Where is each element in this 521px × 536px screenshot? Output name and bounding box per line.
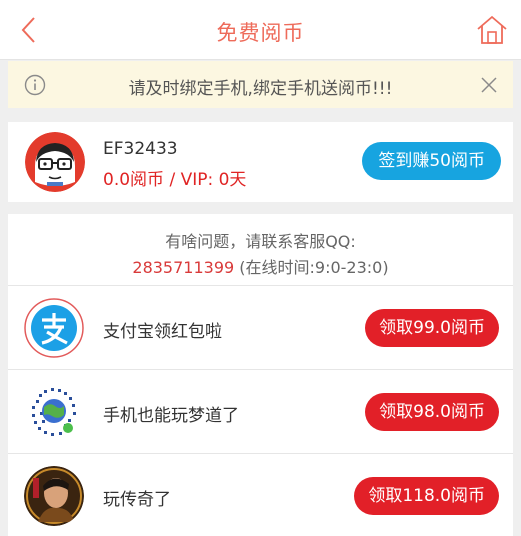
top-header: 免费阅币 xyxy=(0,0,521,60)
app-frame: 免费阅币 请及时绑定手机,绑定手机送阅币!!! EF32433 0.0阅币 / … xyxy=(0,0,521,536)
offer-title: 支付宝领红包啦 xyxy=(103,322,222,342)
home-icon xyxy=(477,15,507,44)
list-item[interactable]: 支付宝领红包啦 领取99.0阅币 xyxy=(8,286,513,370)
support-info: 有啥问题，请联系客服QQ: 2835711399 (在线时间:9:0-23:0) xyxy=(8,214,513,286)
notice-text: 请及时绑定手机,绑定手机送阅币!!! xyxy=(128,79,393,99)
list-item[interactable]: 手机也能玩梦道了 领取98.0阅币 xyxy=(8,370,513,454)
list-item[interactable]: 玩传奇了 领取118.0阅币 xyxy=(8,454,513,536)
game-avatar-icon xyxy=(24,466,84,526)
alipay-icon xyxy=(24,298,84,358)
notice-bar: 请及时绑定手机,绑定手机送阅币!!! xyxy=(8,61,513,108)
user-balance: 0.0阅币 / VIP: 0天 xyxy=(103,170,247,190)
user-name: EF32433 xyxy=(103,139,178,159)
support-contact: 2835711399 (在线时间:9:0-23:0) xyxy=(8,254,513,278)
support-hours: (在线时间:9:0-23:0) xyxy=(234,258,389,277)
claim-button[interactable]: 领取118.0阅币 xyxy=(354,477,499,515)
close-icon[interactable] xyxy=(479,75,499,95)
claim-button[interactable]: 领取99.0阅币 xyxy=(365,309,499,347)
support-qq-number[interactable]: 2835711399 xyxy=(132,258,234,277)
offers-panel: 有啥问题，请联系客服QQ: 2835711399 (在线时间:9:0-23:0)… xyxy=(8,214,513,536)
page-title: 免费阅币 xyxy=(216,21,305,45)
user-card: EF32433 0.0阅币 / VIP: 0天 签到赚50阅币 xyxy=(8,122,513,202)
cartoon-face-icon xyxy=(25,132,85,192)
offer-title: 手机也能玩梦道了 xyxy=(103,406,239,426)
home-button[interactable] xyxy=(475,14,509,46)
checkin-button[interactable]: 签到赚50阅币 xyxy=(362,142,501,180)
claim-button[interactable]: 领取98.0阅币 xyxy=(365,393,499,431)
avatar xyxy=(25,132,85,192)
qr-code-icon xyxy=(24,382,84,442)
offer-title: 玩传奇了 xyxy=(103,490,171,510)
support-text: 有啥问题，请联系客服QQ: xyxy=(165,232,356,251)
